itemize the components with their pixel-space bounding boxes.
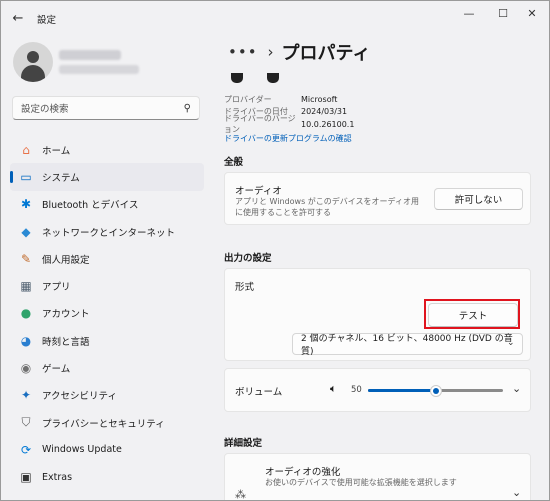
sidebar-item-windows-update[interactable]: ⟳ Windows Update <box>10 436 204 463</box>
chevron-down-icon: ⌄ <box>507 338 515 348</box>
title-bar: ← 設定 — ☐ ✕ <box>1 1 549 35</box>
settings-window: ← 設定 — ☐ ✕ 設定の検索 ⚲ ⌂ ホーム ▭ システム ✱ Bluetooth と… <box>0 0 550 501</box>
home-icon: ⌂ <box>22 142 30 157</box>
network-icon: ◆ <box>21 224 31 239</box>
close-button[interactable]: ✕ <box>519 4 545 22</box>
sidebar-item-time-language[interactable]: ◕ 時刻と言語 <box>10 327 204 354</box>
sidebar-nav: ⌂ ホーム ▭ システム ✱ Bluetooth とデバイス ◆ ネットワークとインターネット… <box>10 136 204 491</box>
back-button[interactable]: ← <box>9 9 27 27</box>
sidebar-item-label: Extras <box>42 471 73 483</box>
volume-label: ボリューム <box>235 387 283 398</box>
audio-description: アプリと Windows がこのデバイスをオーディオ用に使用することを許可する <box>235 197 419 217</box>
property-value: 10.0.26100.1 <box>301 119 355 129</box>
enhance-description: お使いのデバイスで使用可能な拡張機能を選択します <box>265 478 457 487</box>
sidebar-item-system[interactable]: ▭ システム <box>10 163 204 191</box>
chevron-right-icon: › <box>267 43 274 61</box>
maximize-icon: ☐ <box>498 6 508 20</box>
accessibility-icon: ✦ <box>20 388 32 403</box>
shield-icon: ⛉ <box>21 415 31 430</box>
bluetooth-icon: ✱ <box>20 197 32 212</box>
general-heading: 全般 <box>224 157 244 168</box>
sidebar-item-network[interactable]: ◆ ネットワークとインターネット <box>10 218 204 245</box>
breadcrumb-overflow-button[interactable]: ••• <box>228 43 258 61</box>
close-icon: ✕ <box>527 6 537 20</box>
brush-icon: ✎ <box>20 251 32 266</box>
sidebar-item-brush[interactable]: ✎ 個人用設定 <box>10 245 204 272</box>
sidebar-item-label: 個人用設定 <box>42 254 90 266</box>
speaker-icon[interactable]: 🔈︎ <box>330 382 337 396</box>
volume-card: ボリューム 🔈︎ 50 ⌄ <box>224 368 531 412</box>
format-select-value: 2 個のチャネル、16 ビット、48000 Hz (DVD の音質) <box>301 334 513 357</box>
app-title: 設定 <box>37 15 57 26</box>
sidebar-item-label: ネットワークとインターネット <box>42 227 176 239</box>
property-value: Microsoft <box>301 94 338 104</box>
volume-slider[interactable] <box>368 384 503 398</box>
enhance-title: オーディオの強化 <box>265 467 341 478</box>
sidebar-item-account[interactable]: ● アカウント <box>10 300 204 327</box>
avatar-icon <box>27 51 39 63</box>
deny-audio-button[interactable]: 許可しない <box>434 188 523 210</box>
headphone-left-icon <box>231 73 243 83</box>
sidebar-item-label: ゲーム <box>42 364 71 376</box>
sparkle-icon: ⁂ <box>235 488 246 501</box>
advanced-heading: 詳細設定 <box>224 438 263 449</box>
property-row: プロバイダー Microsoft <box>224 93 524 106</box>
audio-enhancement-card[interactable]: ⁂ オーディオの強化 お使いのデバイスで使用可能な拡張機能を選択します ⌄ <box>224 453 531 501</box>
driver-update-link[interactable]: ドライバーの更新プログラムの確認 <box>224 133 352 144</box>
format-label: 形式 <box>235 282 255 293</box>
sidebar-item-apps[interactable]: ▦ アプリ <box>10 272 204 299</box>
extras-icon: ▣ <box>20 470 32 485</box>
property-row: ドライバーのバージョン 10.0.26100.1 <box>224 114 524 134</box>
page-title: プロパティ <box>281 43 371 64</box>
volume-slider-fill <box>368 389 436 392</box>
sidebar-item-label: アクセシビリティ <box>42 391 117 403</box>
format-select[interactable]: 2 個のチャネル、16 ビット、48000 Hz (DVD の音質) <box>292 333 523 357</box>
volume-value: 50 <box>351 385 362 395</box>
arrow-left-icon: ← <box>12 10 24 26</box>
sidebar-item-game[interactable]: ◉ ゲーム <box>10 354 204 381</box>
audio-title: オーディオ <box>235 186 282 197</box>
headphone-right-icon <box>267 73 279 83</box>
minimize-icon: — <box>463 6 475 20</box>
breadcrumb: ••• › プロパティ <box>228 39 370 65</box>
account-icon: ● <box>20 306 32 321</box>
volume-slider-thumb[interactable] <box>429 385 442 397</box>
volume-expand-chevron-icon[interactable]: ⌄ <box>512 382 521 395</box>
sidebar-item-label: 時刻と言語 <box>42 336 90 348</box>
sidebar-item-label: システム <box>42 172 80 184</box>
account-name-redacted <box>59 50 121 60</box>
avatar[interactable] <box>13 42 53 82</box>
game-icon: ◉ <box>20 361 32 376</box>
search-input[interactable]: 設定の検索 <box>21 101 184 115</box>
driver-properties: プロバイダー Microsoft ドライバーの日付 2024/03/31 ドライバーのバ… <box>224 93 524 135</box>
maximize-button[interactable]: ☐ <box>490 4 516 22</box>
output-heading: 出力の設定 <box>224 253 272 264</box>
sidebar-item-label: Windows Update <box>42 444 122 456</box>
property-key: プロバイダー <box>224 94 272 104</box>
apps-icon: ▦ <box>20 279 32 294</box>
sidebar-item-label: Bluetooth とデバイス <box>42 200 139 212</box>
sidebar-item-home[interactable]: ⌂ ホーム <box>10 136 204 163</box>
account-email-redacted <box>59 65 139 74</box>
sidebar-item-bluetooth[interactable]: ✱ Bluetooth とデバイス <box>10 191 204 218</box>
windows-update-icon: ⟳ <box>20 442 32 457</box>
minimize-button[interactable]: — <box>456 4 482 22</box>
system-icon: ▭ <box>20 169 32 184</box>
time-language-icon: ◕ <box>20 333 32 348</box>
property-value: 2024/03/31 <box>301 107 348 117</box>
sidebar-item-label: アカウント <box>42 309 90 321</box>
property-key: ドライバーのバージョン <box>224 114 296 135</box>
test-button-highlight <box>424 299 520 329</box>
sidebar-item-label: プライバシーとセキュリティ <box>42 418 165 430</box>
sidebar-item-accessibility[interactable]: ✦ アクセシビリティ <box>10 382 204 409</box>
sidebar-item-shield[interactable]: ⛉ プライバシーとセキュリティ <box>10 409 204 436</box>
sidebar-item-label: ホーム <box>42 145 71 157</box>
search-box[interactable]: 設定の検索 ⚲ <box>12 96 200 120</box>
sidebar-item-extras[interactable]: ▣ Extras <box>10 464 204 491</box>
sidebar-item-label: アプリ <box>42 282 71 294</box>
audio-card: オーディオ アプリと Windows がこのデバイスをオーディオ用に使用すること… <box>224 172 531 225</box>
enhance-chevron-down-icon[interactable]: ⌄ <box>512 486 521 499</box>
search-icon[interactable]: ⚲ <box>184 103 191 114</box>
